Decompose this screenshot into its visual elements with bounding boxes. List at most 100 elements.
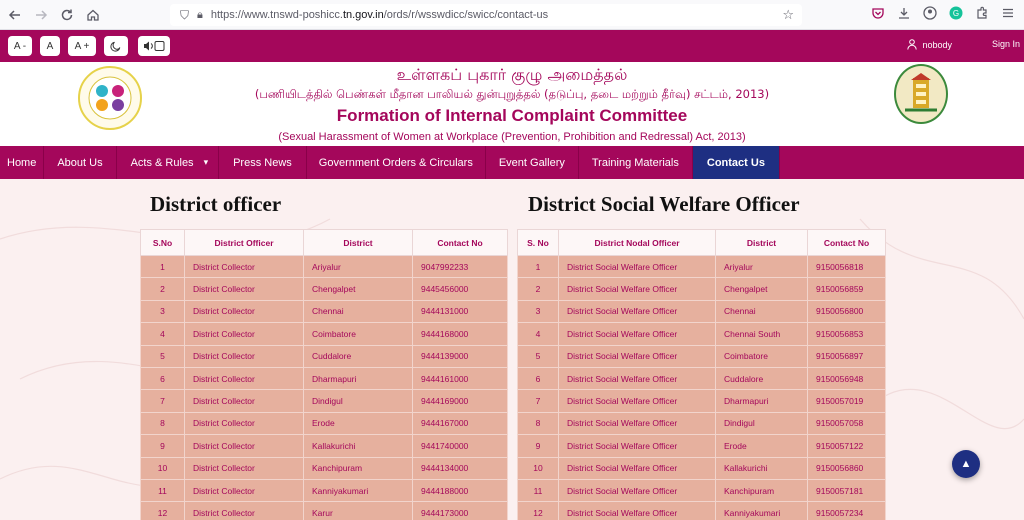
table-row: 4 District Collector Coimbatore 9444168000	[140, 322, 508, 346]
nav-press-news[interactable]: Press News	[219, 146, 307, 179]
cell-contact: 9150057181	[807, 478, 886, 503]
scroll-to-top-button[interactable]: ▲	[952, 450, 980, 478]
table-row: 1 District Collector Ariyalur 9047992233	[140, 254, 508, 279]
cell-contact: 9444134000	[412, 456, 508, 480]
font-increase-button[interactable]: A +	[68, 36, 96, 56]
cell-contact: 9441740000	[412, 434, 508, 458]
reload-button[interactable]	[56, 4, 78, 26]
chevron-down-icon: ▾	[203, 157, 209, 167]
nav-training-materials[interactable]: Training Materials	[579, 146, 693, 179]
cell-district: Dindigul	[303, 389, 413, 413]
cell-contact: 9150056818	[807, 254, 886, 279]
table-row: 12 District Collector Karur 9444173000	[140, 501, 508, 520]
column-header-district: District	[715, 229, 808, 256]
district-officer-table: S.No District Officer District Contact No 1…	[140, 229, 508, 520]
nav-acts-rules-label: Acts & Rules	[130, 156, 194, 169]
cell-contact: 9444168000	[412, 322, 508, 346]
back-button[interactable]	[4, 4, 26, 26]
cell-contact: 9444131000	[412, 299, 508, 324]
header-tamil-subtitle: (பணியிடத்தில் பெண்கள் மீதான பாலியல் துன்…	[254, 87, 770, 101]
url-domain: tn.gov.in	[342, 9, 384, 21]
cell-sno: 8	[140, 411, 185, 436]
font-decrease-button[interactable]: A -	[8, 36, 32, 56]
cell-district: Chennai South	[715, 322, 808, 346]
cell-officer: District Collector	[184, 322, 304, 346]
table-row: 5 District Collector Cuddalore 9444139000	[140, 344, 508, 368]
menu-icon[interactable]	[1000, 5, 1016, 21]
table-row: 8 District Social Welfare Officer Dindigul…	[517, 411, 886, 436]
sign-in-link[interactable]: Sign In	[992, 39, 1020, 49]
nav-government-orders[interactable]: Government Orders & Circulars	[307, 146, 486, 179]
cell-officer: District Collector	[184, 456, 304, 480]
cell-contact: 9150056860	[807, 456, 886, 480]
cell-sno: 10	[517, 456, 559, 480]
grammarly-icon[interactable]: G	[948, 5, 964, 21]
cell-contact: 9445456000	[412, 277, 508, 301]
cell-district: Kallakurichi	[715, 456, 808, 480]
nav-contact-us[interactable]: Contact Us	[692, 146, 780, 179]
user-menu[interactable]: nobody	[907, 39, 952, 50]
url-text: https://www.tnswd-poshicc.tn.gov.in/ords…	[211, 9, 548, 21]
header-subtitle: (Sexual Harassment of Women at Workplace…	[278, 131, 746, 143]
header-tamil-title: உள்ளகப் புகார் குழு அமைத்தல்	[396, 65, 628, 84]
column-header-contact: Contact No	[807, 229, 886, 256]
cell-district: Cuddalore	[303, 344, 413, 368]
table-row: 6 District Collector Dharmapuri 9444161000	[140, 366, 508, 391]
cell-sno: 2	[517, 277, 559, 301]
cell-district: Dindigul	[715, 411, 808, 436]
cell-officer: District Social Welfare Officer	[558, 456, 716, 480]
cell-officer: District Collector	[184, 389, 304, 413]
cell-district: Kallakurichi	[303, 434, 413, 458]
cell-district: Chennai	[715, 299, 808, 324]
table-row: 1 District Social Welfare Officer Ariyalur…	[517, 254, 886, 279]
table-row: 7 District Social Welfare Officer Dharmapu…	[517, 389, 886, 413]
arrow-right-icon	[36, 9, 48, 20]
dark-mode-button[interactable]	[104, 36, 128, 56]
address-bar[interactable]: ⛉ 🔒︎ https://www.tnswd-poshicc.tn.gov.in…	[170, 4, 802, 26]
cell-sno: 6	[517, 366, 559, 391]
cell-sno: 7	[517, 389, 559, 413]
table-header-row: S.No District Officer District Contact No	[140, 229, 508, 256]
cell-district: Chengalpet	[715, 277, 808, 301]
cell-district: Cuddalore	[715, 366, 808, 391]
cell-contact: 9150057122	[807, 434, 886, 458]
extensions-icon[interactable]	[974, 5, 990, 21]
screen-reader-button[interactable]	[138, 36, 170, 56]
browser-toolbar: ⛉ 🔒︎ https://www.tnswd-poshicc.tn.gov.in…	[0, 0, 1024, 30]
cell-sno: 5	[517, 344, 559, 368]
cell-officer: District Collector	[184, 299, 304, 324]
nav-home[interactable]: Home	[0, 146, 45, 179]
column-header-sno: S.No	[140, 229, 185, 256]
main-navigation: Home About Us Acts & Rules ▾ Press News …	[0, 146, 1024, 179]
cell-contact: 9150057058	[807, 411, 886, 436]
nav-event-gallery[interactable]: Event Gallery	[486, 146, 579, 179]
table-row: 9 District Collector Kallakurichi 944174000…	[140, 434, 508, 458]
svg-text:G: G	[953, 9, 959, 18]
font-normal-button[interactable]: A	[40, 36, 60, 56]
cell-sno: 11	[140, 478, 185, 503]
table-row: 5 District Social Welfare Officer Coimbato…	[517, 344, 886, 368]
column-header-district: District	[303, 229, 413, 256]
site-header: உள்ளகப் புகார் குழு அமைத்தல் (பணியிடத்தி…	[0, 62, 1024, 146]
cell-officer: District Social Welfare Officer	[558, 434, 716, 458]
cell-sno: 4	[517, 322, 559, 346]
cell-district: Kanchipuram	[715, 478, 808, 503]
account-icon[interactable]	[922, 5, 938, 21]
moon-icon	[110, 41, 121, 52]
cell-district: Kanchipuram	[303, 456, 413, 480]
pocket-icon[interactable]	[870, 5, 886, 21]
forward-button[interactable]	[30, 4, 52, 26]
download-icon[interactable]	[896, 5, 912, 21]
cell-officer: District Social Welfare Officer	[558, 478, 716, 503]
bookmark-star-icon[interactable]: ☆	[782, 7, 794, 23]
nav-about-us[interactable]: About Us	[44, 146, 117, 179]
cell-officer: District Social Welfare Officer	[558, 411, 716, 436]
table-row: 3 District Social Welfare Officer Chennai 9…	[517, 299, 886, 324]
nav-acts-rules[interactable]: Acts & Rules ▾	[117, 146, 220, 179]
shield-icon: ⛉	[180, 7, 190, 22]
column-header-sno: S. No	[517, 229, 559, 256]
cell-contact: 9150056948	[807, 366, 886, 391]
accessibility-bar: A - A A + nobody Sign In	[0, 30, 1024, 62]
column-header-officer: District Officer	[184, 229, 304, 256]
home-button[interactable]	[82, 4, 104, 26]
